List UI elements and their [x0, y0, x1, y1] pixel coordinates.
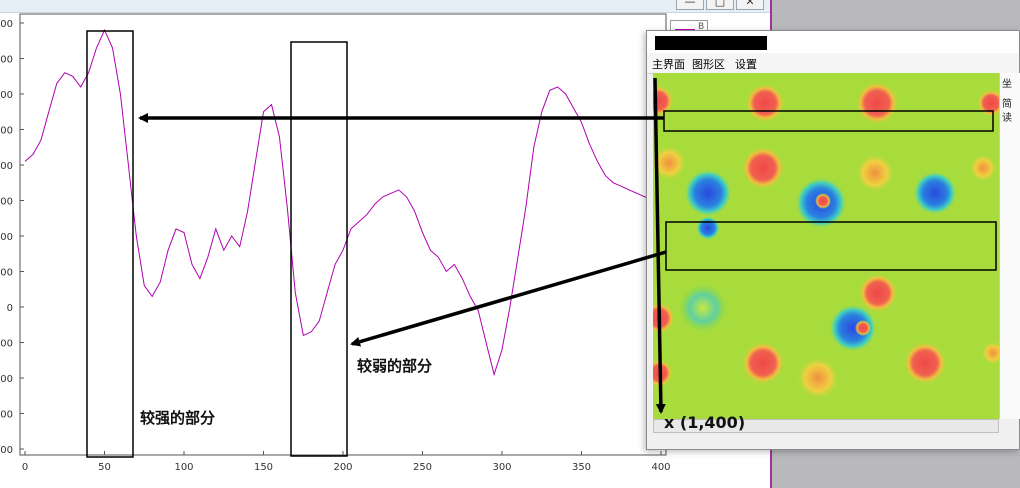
heatmap-canvas[interactable]	[653, 73, 999, 419]
tab-graphics[interactable]: 图形区	[692, 56, 725, 72]
plot-frame	[19, 13, 667, 456]
heatmap-window: 主界面 图形区 设置 坐 简 读	[646, 30, 1020, 450]
strong-part-label: 较强的部分	[140, 409, 216, 427]
side-label-2: 简	[1002, 99, 1012, 110]
x-tick-label: 300	[492, 462, 511, 473]
y-tick-label: 00	[0, 161, 13, 172]
x-tick-label: 50	[98, 462, 111, 473]
x-tick-label: 150	[254, 462, 273, 473]
side-label-3: 读	[1002, 113, 1012, 124]
tab-settings[interactable]: 设置	[735, 56, 757, 72]
y-tick-label: 00	[0, 445, 13, 456]
y-tick-label: 00	[0, 339, 13, 350]
y-tick-label: 00	[0, 126, 13, 137]
y-tick-label: 00	[0, 232, 13, 243]
y-tick-label: 00	[0, 410, 13, 421]
x-tick-label: 350	[572, 462, 591, 473]
side-panel: 坐 简 读	[999, 73, 1020, 419]
y-tick-label: 00	[0, 90, 13, 101]
heatmap-window-title-bar[interactable]	[647, 31, 1019, 53]
y-tick-label: 00	[0, 55, 13, 66]
tab-bar: 主界面 图形区 设置	[647, 53, 1019, 74]
x-tick-label: 250	[413, 462, 432, 473]
y-tick-label: 00	[0, 19, 13, 30]
series-line	[24, 28, 662, 377]
x-tick-label: 200	[333, 462, 352, 473]
tab-main[interactable]: 主界面	[652, 56, 685, 72]
y-tick-label: 0	[7, 303, 13, 314]
y-tick-label: 00	[0, 268, 13, 279]
side-label-1: 坐	[1002, 79, 1012, 90]
x-tick-label: 100	[174, 462, 193, 473]
y-tick-label: 00	[0, 374, 13, 385]
coordinate-readout: x (1,400)	[664, 413, 746, 432]
redacted-title	[655, 36, 767, 50]
x-tick-label: 400	[651, 462, 670, 473]
weak-part-label: 较弱的部分	[357, 357, 433, 375]
y-tick-label: 00	[0, 197, 13, 208]
x-tick-label: 0	[22, 462, 28, 473]
